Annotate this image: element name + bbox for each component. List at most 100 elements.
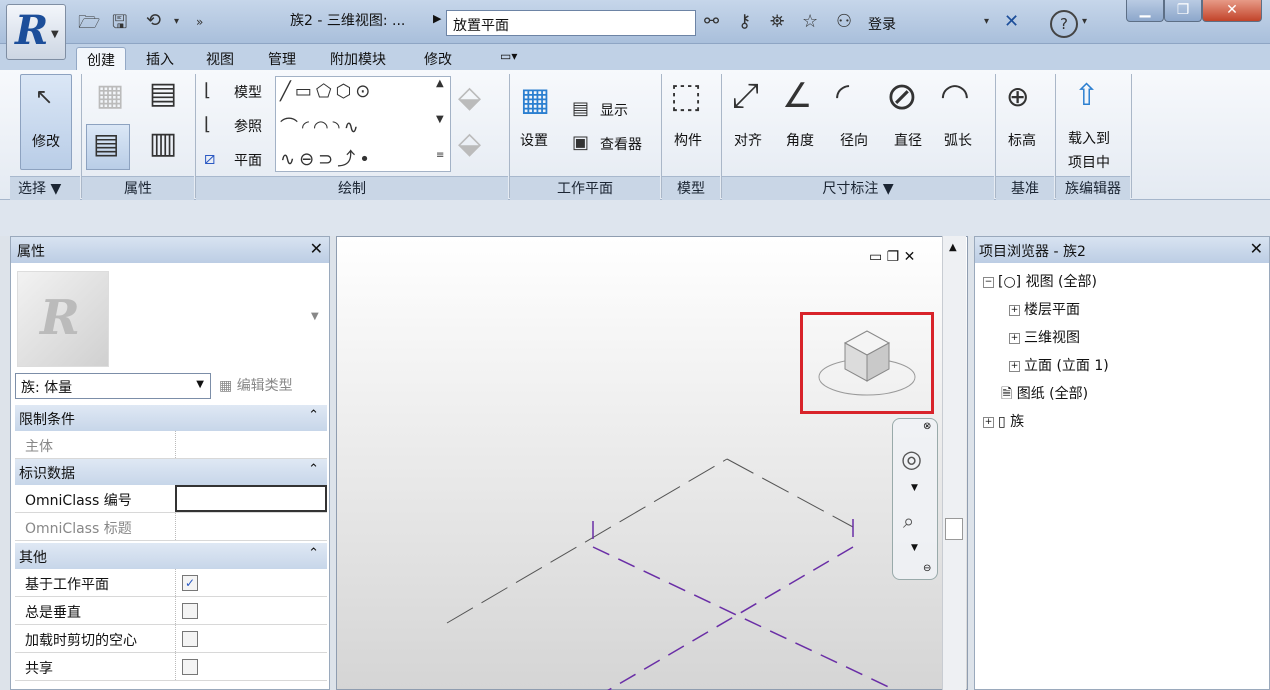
- tree-node-elevations[interactable]: + 立面 (立面 1): [1009, 355, 1109, 375]
- angular-dimension-button[interactable]: 角度: [786, 130, 814, 150]
- reference-line-button[interactable]: 参照: [234, 116, 262, 136]
- draw-misc-row3-icon[interactable]: ∿⊖⊃⤴•: [280, 145, 374, 171]
- tree-node-3d-views[interactable]: + 三维视图: [1009, 327, 1080, 347]
- expand-icon[interactable]: ≡: [436, 150, 444, 161]
- type-selector-arrow-icon[interactable]: ▼: [311, 311, 319, 322]
- diameter-dimension-button[interactable]: 直径: [894, 130, 922, 150]
- chevron-down-icon[interactable]: ▼: [911, 483, 918, 493]
- user-icon[interactable]: ⚇: [836, 11, 852, 32]
- options-icon[interactable]: ⊖: [923, 563, 931, 574]
- save-icon[interactable]: 🖫: [112, 10, 127, 34]
- sync-icon[interactable]: ⟲: [146, 10, 161, 34]
- key-icon[interactable]: ⚷: [738, 11, 751, 32]
- work-plane-based-checkbox[interactable]: ✓: [182, 575, 198, 591]
- modify-button[interactable]: ↖ 修改: [20, 74, 72, 170]
- tab-addins[interactable]: 附加模块: [320, 47, 396, 70]
- cut-voids-checkbox[interactable]: [182, 631, 198, 647]
- set-workplane-button[interactable]: 设置: [520, 130, 548, 150]
- load-into-project-icon: ⇧: [1074, 78, 1100, 113]
- pick-lines-icon: ⬙: [458, 80, 482, 115]
- family-type-select[interactable]: 族: 体量 ▼: [15, 373, 211, 399]
- reference-plane-button[interactable]: 平面: [234, 150, 262, 170]
- component-button[interactable]: 构件: [674, 130, 702, 150]
- dropdown-arrow-icon[interactable]: ▾: [1082, 16, 1087, 27]
- tab-modify[interactable]: 修改: [414, 47, 462, 70]
- chevron-down-icon[interactable]: ▼: [911, 543, 918, 553]
- application-menu-button[interactable]: R ▼: [6, 4, 66, 60]
- steering-wheel-icon[interactable]: ◎: [901, 445, 922, 473]
- search-input[interactable]: 放置平面: [446, 10, 696, 36]
- group-constraints[interactable]: 限制条件 ⌃: [15, 405, 327, 431]
- minimize-button[interactable]: ▁: [1126, 0, 1164, 22]
- level-button[interactable]: 标高: [1008, 130, 1036, 150]
- tab-overflow-icon[interactable]: ▭▾: [490, 47, 527, 70]
- tab-create[interactable]: 创建: [76, 47, 126, 70]
- open-icon[interactable]: 🗁: [78, 10, 100, 34]
- help-icon[interactable]: ?: [1050, 10, 1078, 38]
- group-label: 标识数据: [19, 466, 75, 482]
- reference-planes-drawing: [446, 458, 897, 690]
- tree-node-sheets[interactable]: 🗎 图纸 (全部): [1001, 383, 1088, 407]
- close-button[interactable]: ✕: [1202, 0, 1262, 22]
- tab-manage[interactable]: 管理: [258, 47, 306, 70]
- login-label[interactable]: 登录: [868, 14, 896, 34]
- tab-view[interactable]: 视图: [196, 47, 244, 70]
- group-identity-data[interactable]: 标识数据 ⌃: [15, 459, 327, 485]
- load-into-project-line2[interactable]: 项目中: [1068, 152, 1110, 172]
- scroll-up-icon[interactable]: ▲: [949, 242, 957, 253]
- view-window-controls[interactable]: ▭ ❐ ✕: [869, 249, 915, 265]
- draw-tools-gallery[interactable]: ╱▭⬠⬡⊙ ⌒◜◠◝∿ ∿⊖⊃⤴•: [275, 76, 451, 172]
- omniclass-number-input[interactable]: [175, 485, 327, 512]
- scroll-down-icon[interactable]: ▼: [436, 114, 444, 125]
- expand-toggle[interactable]: +: [1009, 360, 1020, 372]
- select-panel-label[interactable]: 选择 ▼: [18, 178, 61, 198]
- workplane-viewer-button[interactable]: 查看器: [600, 134, 642, 154]
- scroll-thumb[interactable]: [945, 518, 963, 540]
- workplane-grid-icon: ▦: [520, 80, 551, 118]
- viewport-scrollbar[interactable]: ▲: [942, 236, 966, 690]
- cursor-arrow-icon: ↖: [35, 85, 54, 110]
- type-properties-icon[interactable]: ▥: [140, 126, 186, 170]
- draw-arcs-row2-icon[interactable]: ⌒◜◠◝∿: [280, 113, 363, 139]
- shared-checkbox[interactable]: [182, 659, 198, 675]
- 3d-viewport[interactable]: ▭ ❐ ✕: [336, 236, 968, 690]
- show-workplane-button[interactable]: 显示: [600, 100, 628, 120]
- model-line-button[interactable]: 模型: [234, 82, 262, 102]
- collapse-toggle[interactable]: −: [983, 276, 994, 288]
- more-icon[interactable]: »: [196, 15, 203, 39]
- family-category-icon[interactable]: ▤: [140, 76, 186, 120]
- edit-type-button[interactable]: ▦ 编辑类型: [219, 375, 293, 395]
- satellite-icon[interactable]: ⛯: [770, 11, 784, 32]
- load-into-project-line1[interactable]: 载入到: [1068, 128, 1110, 148]
- tree-node-floor-plans[interactable]: + 楼层平面: [1009, 299, 1080, 319]
- expand-toggle[interactable]: +: [1009, 304, 1020, 316]
- close-icon[interactable]: ✕: [310, 239, 323, 258]
- arc-length-dimension-button[interactable]: 弧长: [944, 130, 972, 150]
- properties-button[interactable]: ▤: [86, 124, 130, 170]
- dropdown-arrow-icon[interactable]: ▾: [984, 16, 989, 27]
- zoom-region-icon[interactable]: ⌕: [903, 509, 914, 533]
- always-vertical-checkbox[interactable]: [182, 603, 198, 619]
- expand-toggle[interactable]: +: [1009, 332, 1020, 344]
- expand-toggle[interactable]: +: [983, 416, 994, 428]
- close-icon[interactable]: ✕: [1250, 239, 1263, 258]
- star-icon[interactable]: ☆: [802, 11, 818, 32]
- prop-key: 共享: [25, 661, 53, 677]
- group-other[interactable]: 其他 ⌃: [15, 543, 327, 569]
- tree-node-families[interactable]: + ▯ 族: [983, 411, 1024, 431]
- tree-node-views[interactable]: − [○] 视图 (全部): [983, 271, 1097, 291]
- viewcube-icon[interactable]: [803, 315, 931, 411]
- scroll-up-icon[interactable]: ▲: [436, 78, 444, 89]
- binoculars-icon[interactable]: ⚯: [704, 11, 719, 32]
- exchange-apps-icon[interactable]: ✕: [1004, 11, 1019, 32]
- restore-button[interactable]: ❐: [1164, 0, 1202, 22]
- model-panel-label: 模型: [677, 181, 705, 197]
- close-icon[interactable]: ⊗: [923, 421, 931, 432]
- dimension-panel-label[interactable]: 尺寸标注 ▼: [722, 178, 994, 198]
- aligned-dimension-button[interactable]: 对齐: [734, 130, 762, 150]
- radial-dimension-button[interactable]: 径向: [840, 130, 868, 150]
- dropdown-arrow-icon[interactable]: ▾: [174, 16, 179, 40]
- draw-shapes-row1-icon[interactable]: ╱▭⬠⬡⊙: [280, 81, 374, 102]
- options-bar: [0, 200, 1270, 236]
- tab-insert[interactable]: 插入: [136, 47, 184, 70]
